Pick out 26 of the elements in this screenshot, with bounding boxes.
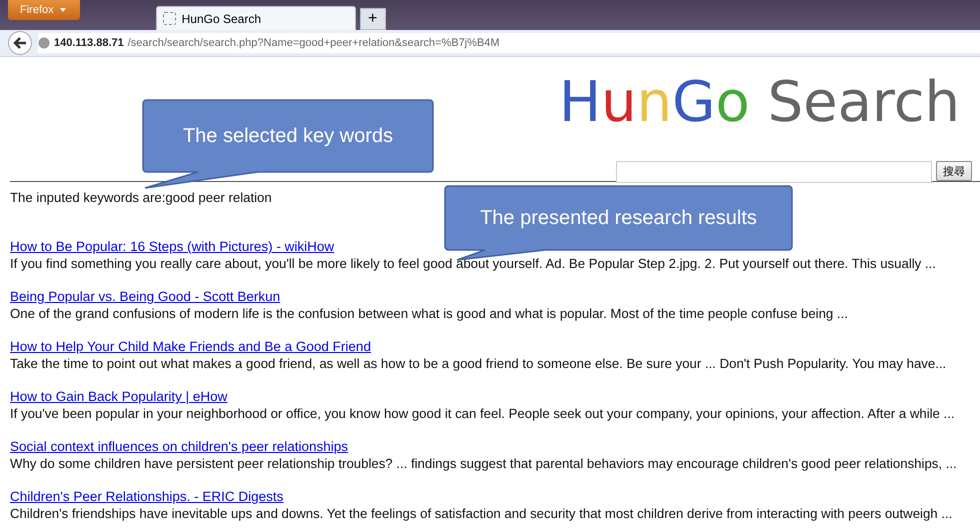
address-bar[interactable]: 140.113.88.71 /search/search/search.php?Name=good+peer+relation&search=%B7j%B4M bbox=[38, 33, 980, 53]
back-arrow-icon bbox=[13, 37, 27, 49]
result-snippet: Take the time to point out what makes a good friend, as well as how to be a good friend to someone else. Be sure your ... Don't Push Popularity. You may have... bbox=[10, 356, 946, 372]
globe-icon bbox=[38, 37, 50, 49]
result-link[interactable]: How to Gain Back Popularity | eHow bbox=[10, 389, 228, 404]
back-button[interactable] bbox=[8, 31, 32, 55]
new-tab-button[interactable]: + bbox=[360, 8, 386, 30]
callout-text: The selected key words bbox=[182, 124, 394, 148]
result-link[interactable]: How to Help Your Child Make Friends and Be a Good Friend bbox=[10, 339, 371, 354]
caret-icon bbox=[60, 8, 66, 12]
keywords-text: The inputed keywords are:good peer relation bbox=[10, 190, 273, 205]
logo: HunGo Search bbox=[559, 71, 960, 137]
browser-tab[interactable]: HunGo Search bbox=[156, 6, 356, 30]
result-snippet: Why do some children have persistent peer relationship troubles? ... findings suggest that parental behaviors may encourage children's good peer relationships, ... bbox=[10, 456, 957, 472]
result-link[interactable]: Children's Peer Relationships. - ERIC Digests bbox=[10, 489, 284, 504]
search-field[interactable] bbox=[616, 161, 932, 183]
result-snippet: If you find something you really care about, you'll be more likely to feel good about yourself. Ad. Be Popular Step 2.jpg. 2. Put yourself out there. This usually ... bbox=[10, 256, 936, 272]
result-link[interactable]: Being Popular vs. Being Good - Scott Berkun bbox=[10, 289, 280, 304]
search-button[interactable]: 搜尋 bbox=[936, 161, 972, 181]
result-link[interactable]: Social context influences on children's peer relationships bbox=[10, 439, 348, 454]
result-snippet: One of the grand confusions of modern life is the confusion between what is good and what is popular. Most of the time people confuse being ... bbox=[10, 306, 848, 322]
page-icon bbox=[162, 12, 176, 25]
result-snippet: Children's friendships have inevitable ups and downs. Yet the feelings of satisfaction and security that most children derive from interacting with peers outweigh ... bbox=[10, 506, 952, 522]
result-link[interactable]: How to Be Popular: 16 Steps (with Pictures) - wikiHow bbox=[10, 239, 334, 254]
callout-text: The presented research results bbox=[480, 206, 757, 230]
result-snippet: If you've been popular in your neighborhood or office, you know how good it can feel. People seek out your company, your opinions, your affection. After a while ... bbox=[10, 406, 955, 422]
